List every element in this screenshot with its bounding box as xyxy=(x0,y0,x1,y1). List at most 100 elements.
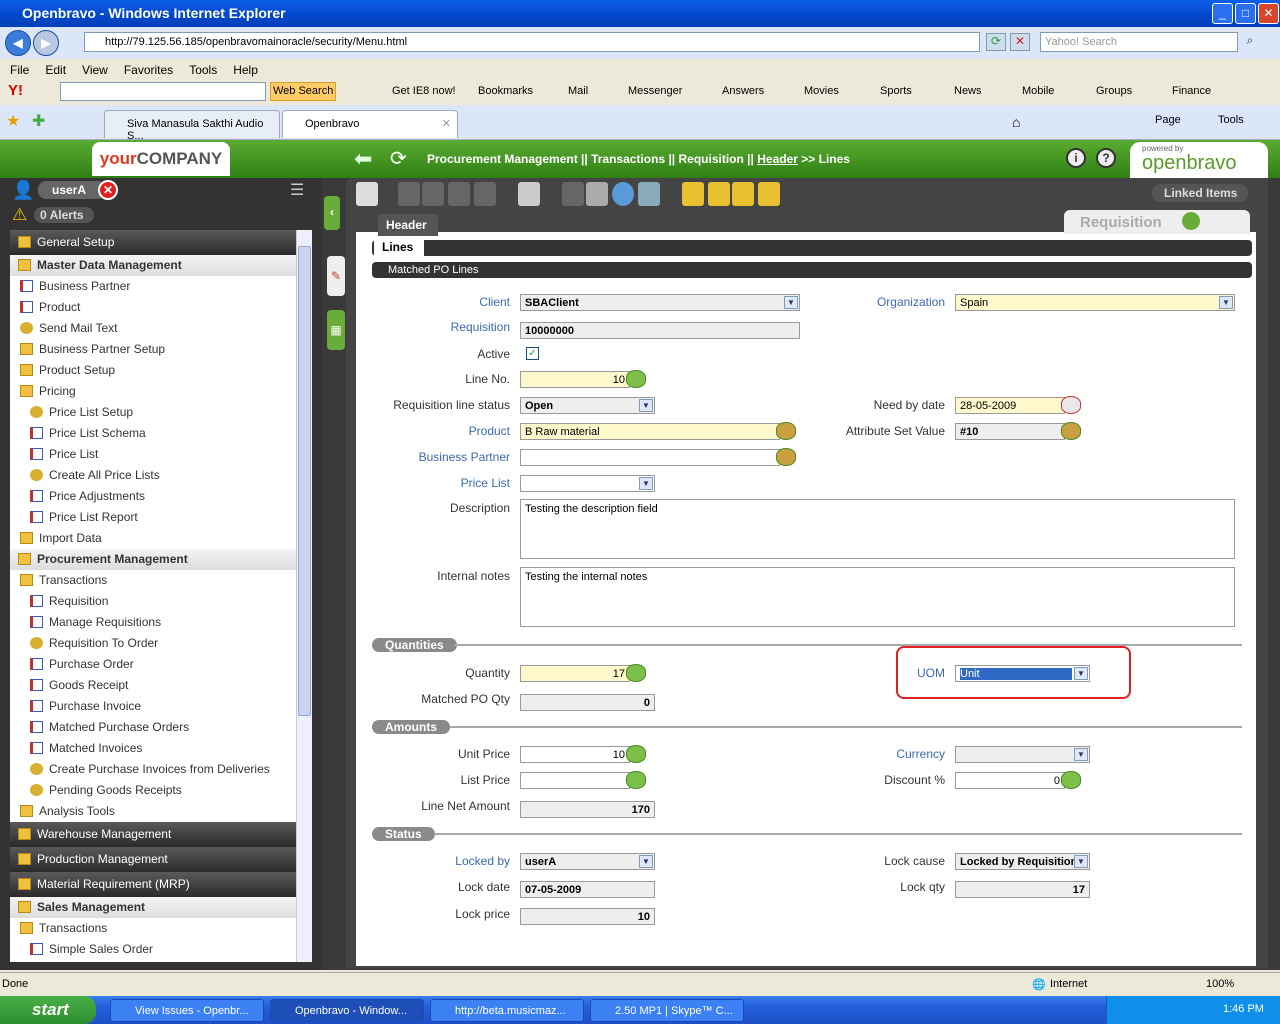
nav-item[interactable]: Send Mail Text xyxy=(10,318,296,339)
locked_by-field[interactable]: userA ▼ xyxy=(520,853,655,870)
taskbar-item-active[interactable]: Openbravo - Window... xyxy=(270,999,424,1022)
news-button[interactable]: News xyxy=(954,85,982,97)
active-checkbox[interactable]: ✓ xyxy=(526,347,539,360)
calculator-icon[interactable] xyxy=(626,745,646,763)
maximize-button[interactable]: □ xyxy=(1235,3,1256,24)
delete-icon[interactable] xyxy=(518,182,540,206)
line_net-field[interactable]: 170 xyxy=(520,801,655,818)
menu-scrollbar[interactable] xyxy=(296,230,312,962)
address-input[interactable]: http://79.125.56.185/openbravomainoracle… xyxy=(84,32,980,52)
calculator-icon[interactable] xyxy=(626,771,646,789)
expand-menu-icon[interactable]: ☰ xyxy=(290,180,304,200)
product-label[interactable]: Product xyxy=(469,424,510,438)
browser-tab[interactable]: Siva Manasula Sakthi Audio S... xyxy=(104,110,280,142)
collapse-menu-button[interactable]: ‹ xyxy=(324,196,340,230)
previous-record-icon[interactable] xyxy=(708,182,730,206)
menu-help[interactable]: Help xyxy=(233,63,258,77)
logout-icon[interactable]: ✕ xyxy=(98,180,118,200)
back-arrow-icon[interactable]: ⬅ xyxy=(354,146,372,172)
attachment-icon[interactable] xyxy=(586,182,608,206)
refresh-icon[interactable]: ⟳ xyxy=(390,146,407,171)
selector-icon[interactable] xyxy=(1061,422,1081,440)
nav-item[interactable]: Sales Management xyxy=(10,897,296,918)
menu-tools[interactable]: Tools xyxy=(189,63,217,77)
organization-label[interactable]: Organization xyxy=(877,295,945,309)
web-search-button[interactable]: Web Search xyxy=(270,82,337,101)
search-input[interactable]: Yahoo! Search xyxy=(1040,32,1238,52)
menu-file[interactable]: File xyxy=(10,63,29,77)
chevron-down-icon[interactable]: ▼ xyxy=(1074,748,1088,761)
nav-item[interactable]: Business Partner Setup xyxy=(10,339,296,360)
nav-item[interactable]: Purchase Order xyxy=(10,654,296,675)
menu-favorites[interactable]: Favorites xyxy=(124,63,173,77)
nav-item[interactable]: General Setup xyxy=(10,230,296,255)
chevron-down-icon[interactable]: ▼ xyxy=(639,477,653,490)
nav-item[interactable]: Price List Schema xyxy=(10,423,296,444)
nav-item[interactable]: Simple Sales Order xyxy=(10,939,296,960)
price_list-label[interactable]: Price List xyxy=(461,476,510,490)
sports-button[interactable]: Sports xyxy=(880,85,912,97)
nav-item[interactable]: Import Data xyxy=(10,528,296,549)
nav-item[interactable]: Production Management xyxy=(10,847,296,872)
matched_qty-field[interactable]: 0 xyxy=(520,694,655,711)
nav-item[interactable]: Transactions xyxy=(10,570,296,591)
movies-button[interactable]: Movies xyxy=(804,85,839,97)
need_by-field[interactable]: 28-05-2009 xyxy=(955,397,1065,414)
alerts-count[interactable]: 0 Alerts xyxy=(34,207,94,223)
attr_set-field[interactable]: #10 xyxy=(955,423,1065,440)
add-favorites-icon[interactable]: ✚ xyxy=(32,111,45,131)
status-field[interactable]: Open ▼ xyxy=(520,397,655,414)
currency-field[interactable]: ▼ xyxy=(955,746,1090,763)
nav-item[interactable]: Product Setup xyxy=(10,360,296,381)
nav-item[interactable]: Requisition xyxy=(10,591,296,612)
close-tab-icon[interactable]: ✕ xyxy=(442,117,451,130)
nav-item[interactable]: Create All Price Lists xyxy=(10,465,296,486)
menu-view[interactable]: View xyxy=(82,63,108,77)
chevron-down-icon[interactable]: ▼ xyxy=(784,296,798,309)
zoom-level[interactable]: 100% xyxy=(1206,978,1234,990)
save-icon[interactable] xyxy=(398,182,420,206)
list_price-field[interactable] xyxy=(520,772,630,789)
locked_by-label[interactable]: Locked by xyxy=(455,854,510,868)
calculator-icon[interactable] xyxy=(626,370,646,388)
tab-matched-po-lines[interactable]: Matched PO Lines xyxy=(372,262,1252,278)
home-icon[interactable]: ⌂ xyxy=(1012,114,1020,130)
selector-icon[interactable] xyxy=(776,422,796,440)
nav-item[interactable]: Price Adjustments xyxy=(10,486,296,507)
nav-item[interactable]: Goods Receipt xyxy=(10,675,296,696)
first-record-icon[interactable] xyxy=(682,182,704,206)
mail-button[interactable]: Mail xyxy=(568,85,588,97)
bookmarks-button[interactable]: Bookmarks xyxy=(478,85,533,97)
nav-item[interactable]: Transactions xyxy=(10,918,296,939)
close-window-button[interactable]: ✕ xyxy=(1258,3,1279,24)
page-menu[interactable]: Page xyxy=(1155,114,1181,126)
undo-icon[interactable] xyxy=(562,182,584,206)
calculator-icon[interactable] xyxy=(1061,771,1081,789)
client-field[interactable]: SBAClient ▼ xyxy=(520,294,800,311)
tab-lines[interactable]: Lines xyxy=(374,237,424,259)
nav-item[interactable]: Pending Goods Receipts xyxy=(10,780,296,801)
save-close-icon[interactable] xyxy=(448,182,470,206)
save-new-icon[interactable] xyxy=(422,182,444,206)
nav-item[interactable]: Warehouse Management xyxy=(10,822,296,847)
search-record-icon[interactable] xyxy=(612,182,634,206)
stop-button[interactable]: ✕ xyxy=(1010,33,1030,51)
nav-item[interactable]: Price List Report xyxy=(10,507,296,528)
messenger-button[interactable]: Messenger xyxy=(628,85,682,97)
mobile-button[interactable]: Mobile xyxy=(1022,85,1054,97)
quantities-section-header[interactable]: Quantities xyxy=(372,638,457,652)
amounts-section-header[interactable]: Amounts xyxy=(372,720,450,734)
nav-item[interactable]: Manage Requisitions xyxy=(10,612,296,633)
info-icon[interactable]: i xyxy=(1066,148,1086,168)
taskbar-item[interactable]: View Issues - Openbr... xyxy=(110,999,264,1022)
requisition-field[interactable]: 10000000 xyxy=(520,322,800,339)
nav-item[interactable]: Procurement Management xyxy=(10,549,296,570)
start-button[interactable]: start xyxy=(0,996,96,1024)
nav-item[interactable]: Matched Purchase Orders xyxy=(10,717,296,738)
nav-item[interactable]: Pricing xyxy=(10,381,296,402)
forward-button[interactable]: ▶ xyxy=(33,30,59,56)
browser-tab-active[interactable]: Openbravo ✕ xyxy=(282,110,458,138)
requisition-label[interactable]: Requisition xyxy=(451,320,510,334)
lock_cause-field[interactable]: Locked by Requisition t ▼ xyxy=(955,853,1090,870)
tools-menu[interactable]: Tools xyxy=(1218,114,1244,126)
